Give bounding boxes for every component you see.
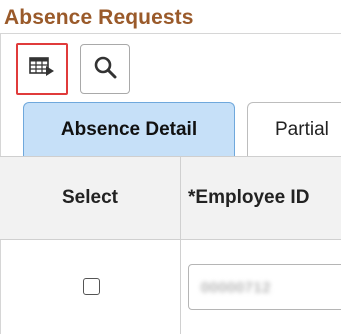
employee-id-value: 00000712 bbox=[201, 279, 272, 295]
grid-view-button[interactable] bbox=[16, 43, 68, 95]
grid-view-icon bbox=[29, 56, 55, 83]
tab-label: Absence Detail bbox=[60, 118, 198, 140]
column-divider bbox=[180, 157, 181, 334]
column-header-label: Select bbox=[62, 187, 118, 208]
row-select-checkbox[interactable] bbox=[83, 278, 100, 295]
tab-partial[interactable]: Partial bbox=[247, 102, 341, 156]
column-header-label: *Employee ID bbox=[188, 187, 310, 208]
column-header-select: Select bbox=[0, 157, 180, 239]
tab-label: Partial bbox=[275, 118, 329, 140]
employee-id-field[interactable]: 00000712 bbox=[188, 264, 341, 310]
search-icon bbox=[93, 55, 117, 84]
search-button[interactable] bbox=[80, 44, 130, 94]
page-title: Absence Requests bbox=[4, 6, 194, 29]
column-header-employee-id: *Employee ID bbox=[188, 157, 309, 239]
tab-absence-detail[interactable]: Absence Detail bbox=[23, 102, 235, 156]
